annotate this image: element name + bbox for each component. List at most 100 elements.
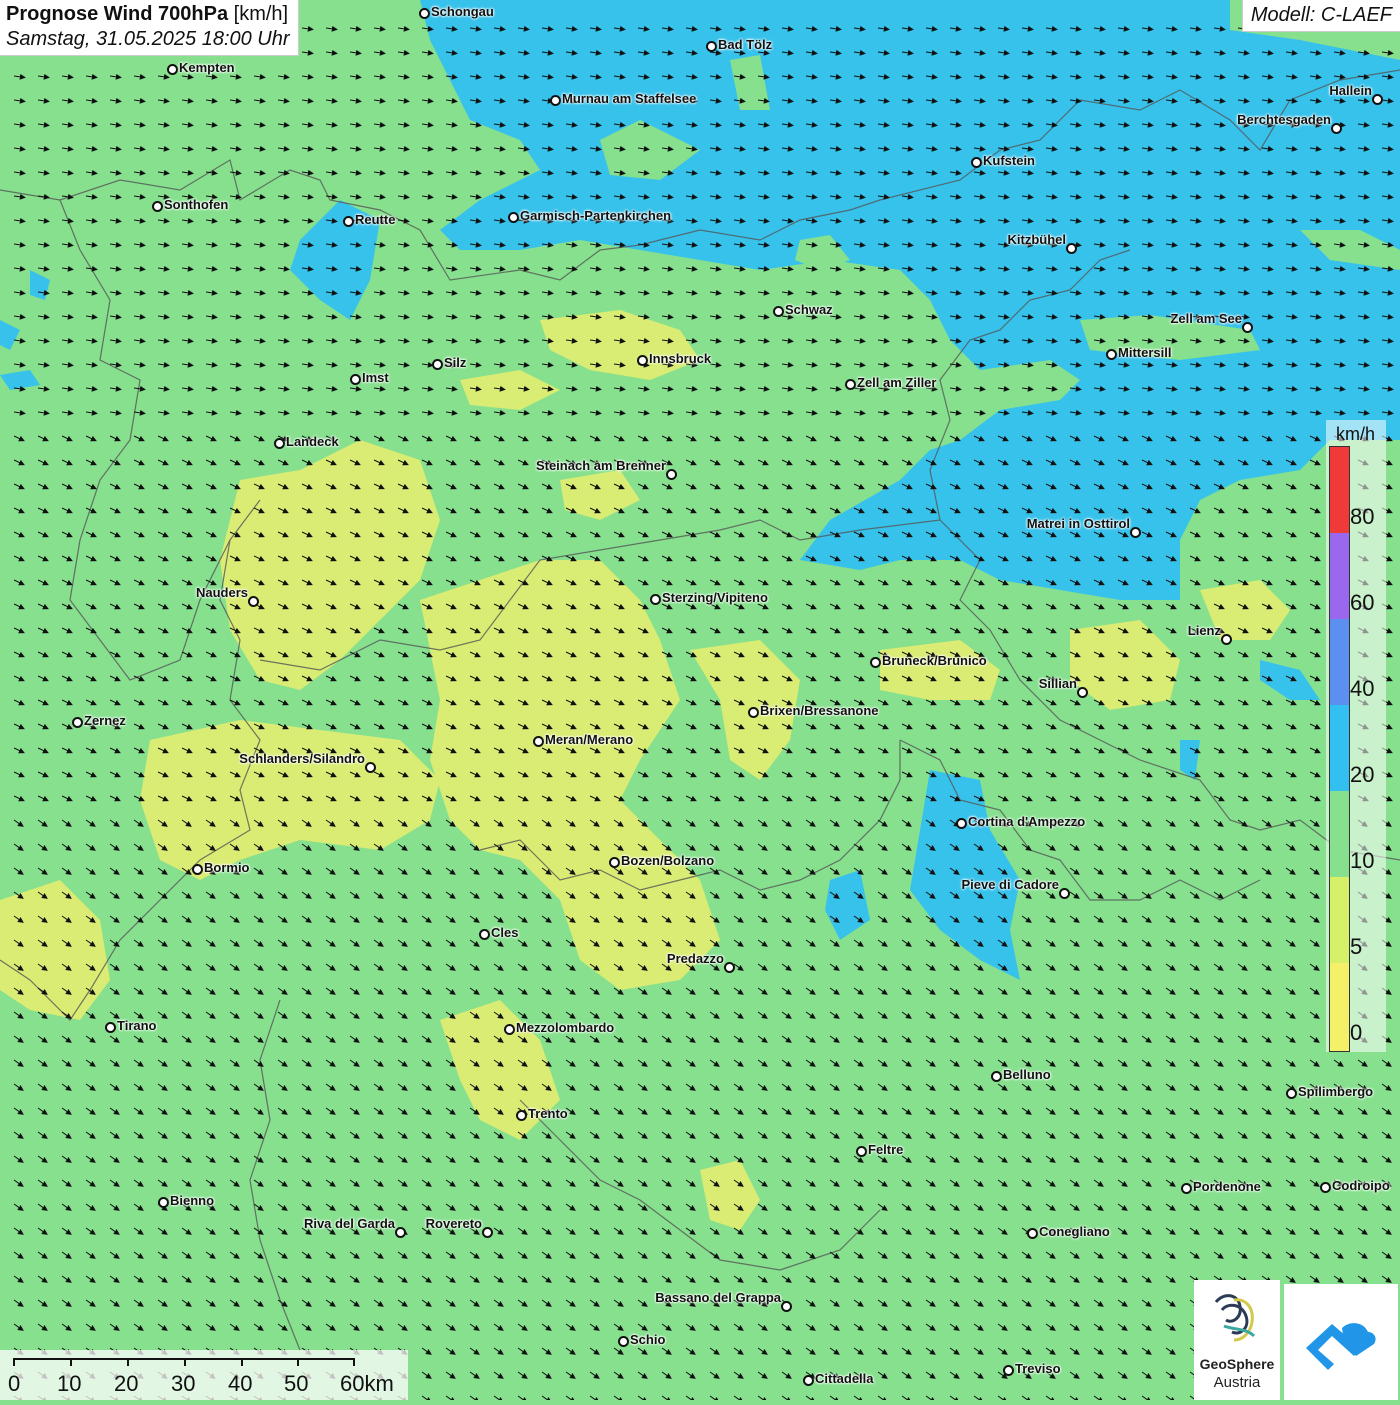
- city-marker: [724, 962, 735, 973]
- geosphere-country: Austria: [1213, 1374, 1261, 1391]
- city-label: Bozen/Bolzano: [621, 853, 715, 868]
- city-label: Sillian: [1038, 676, 1077, 691]
- legend-segment: [1330, 447, 1349, 533]
- city-marker: [1331, 123, 1342, 134]
- city-marker: [637, 355, 648, 366]
- scale-tick: [127, 1358, 129, 1366]
- city-marker: [1181, 1183, 1192, 1194]
- city-marker: [650, 594, 661, 605]
- city-label: Meran/Merano: [545, 732, 634, 747]
- city-label: Bad Tölz: [718, 37, 773, 52]
- legend-label: 80: [1350, 504, 1375, 529]
- legend-label: 20: [1350, 762, 1375, 787]
- app-icon: [1306, 1323, 1376, 1370]
- scale-tick: [241, 1358, 243, 1366]
- city-label: Schio: [630, 1332, 666, 1347]
- city-marker: [666, 469, 677, 480]
- city-marker: [158, 1197, 169, 1208]
- city-label: Feltre: [868, 1142, 904, 1157]
- city-marker: [1066, 243, 1077, 254]
- city-label: Schlanders/Silandro: [239, 751, 365, 766]
- city-label: Landeck: [286, 434, 339, 449]
- city-label: Cittadella: [815, 1371, 874, 1386]
- city-label: Lienz: [1187, 623, 1221, 638]
- city-marker: [479, 929, 490, 940]
- city-marker: [803, 1375, 814, 1386]
- scale-label: 30: [171, 1371, 196, 1396]
- city-label: Schwaz: [785, 302, 833, 317]
- city-marker: [516, 1110, 527, 1121]
- city-marker: [508, 212, 519, 223]
- city-label: Mezzolombardo: [516, 1020, 615, 1035]
- city-label: Mittersill: [1118, 345, 1172, 360]
- city-marker: [105, 1022, 116, 1033]
- scale-tick: [70, 1358, 72, 1366]
- scale-label: 40: [228, 1371, 253, 1396]
- city-label: Sonthofen: [164, 197, 229, 212]
- city-label: Sterzing/Vipiteno: [662, 590, 768, 605]
- city-marker: [1059, 888, 1070, 899]
- legend-label: 0: [1350, 1020, 1363, 1045]
- legend-label: 60: [1350, 590, 1375, 615]
- city-label: Tirano: [117, 1018, 157, 1033]
- city-label: Riva del Garda: [303, 1216, 395, 1231]
- city-marker: [419, 8, 430, 19]
- city-label: Kitzbühel: [1007, 232, 1067, 247]
- title-unit: [km/h]: [233, 3, 289, 25]
- city-label: Reutte: [355, 212, 396, 227]
- city-label: Belluno: [1003, 1067, 1051, 1082]
- city-marker: [1027, 1228, 1038, 1239]
- legend-segment: [1330, 877, 1349, 963]
- city-label: Rovereto: [425, 1216, 482, 1231]
- city-label: Pordenone: [1193, 1179, 1261, 1194]
- city-marker: [1106, 349, 1117, 360]
- city-marker: [343, 216, 354, 227]
- city-label: Brixen/Bressanone: [760, 703, 879, 718]
- city-marker: [856, 1146, 867, 1157]
- city-marker: [248, 596, 259, 607]
- legend-label: 5: [1350, 934, 1363, 959]
- city-label: Schongau: [431, 4, 494, 19]
- city-label: Murnau am Staffelsee: [562, 91, 697, 106]
- city-label: Conegliano: [1039, 1224, 1110, 1239]
- city-label: Predazzo: [666, 951, 724, 966]
- city-marker: [167, 64, 178, 75]
- city-marker: [365, 762, 376, 773]
- city-label: Imst: [362, 370, 389, 385]
- city-marker: [192, 864, 203, 875]
- city-marker: [609, 857, 620, 868]
- scale-label: 0: [8, 1371, 21, 1396]
- scale-tick: [297, 1358, 299, 1366]
- city-marker: [1320, 1182, 1331, 1193]
- city-label: Codroipo: [1332, 1178, 1390, 1193]
- city-label: Bruneck/Brunico: [882, 653, 987, 668]
- geosphere-icon: [1214, 1294, 1256, 1342]
- scale-tick: [353, 1358, 355, 1366]
- city-marker: [350, 374, 361, 385]
- city-marker: [1077, 687, 1088, 698]
- city-label: Matrei in Osttirol: [1026, 516, 1130, 531]
- scale-label: 60km: [340, 1371, 394, 1396]
- city-marker: [1221, 634, 1232, 645]
- city-label: Kufstein: [983, 153, 1035, 168]
- legend-segment: [1330, 705, 1349, 791]
- city-marker: [1242, 322, 1253, 333]
- scale-tick: [184, 1358, 186, 1366]
- city-marker: [1372, 94, 1383, 105]
- city-marker: [956, 818, 967, 829]
- city-label: Hallein: [1329, 83, 1372, 98]
- city-marker: [504, 1024, 515, 1035]
- city-marker: [971, 157, 982, 168]
- city-label: Kempten: [179, 60, 235, 75]
- city-label: Trento: [528, 1106, 568, 1121]
- city-marker: [72, 717, 83, 728]
- title-box: Prognose Wind 700hPa [km/h] Samstag, 31.…: [0, 0, 299, 56]
- scale-label: 10: [57, 1371, 82, 1396]
- city-label: Garmisch-Partenkirchen: [520, 208, 672, 223]
- city-label: Silz: [444, 355, 467, 370]
- scale-label: 20: [114, 1371, 139, 1396]
- legend-label: 10: [1350, 848, 1375, 873]
- city-label: Treviso: [1015, 1361, 1061, 1376]
- city-label: Pieve di Cadore: [961, 877, 1059, 892]
- city-label: Bienno: [170, 1193, 215, 1208]
